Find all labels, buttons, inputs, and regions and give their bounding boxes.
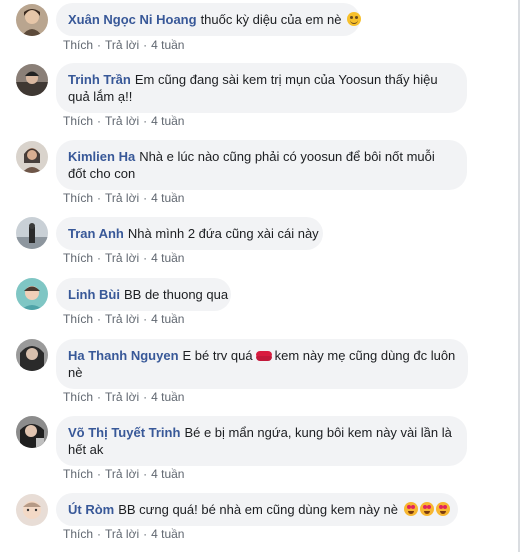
like-link[interactable]: Thích: [63, 467, 93, 481]
commenter-name[interactable]: Kimlien Ha: [68, 149, 135, 164]
comment-bubble: Kimlien Ha Nhà e lúc nào cũng phải có yoo…: [56, 140, 467, 190]
commenter-name[interactable]: Trinh Trần: [68, 72, 131, 87]
heart-eyes-emoji-icon: [435, 502, 450, 516]
reply-link[interactable]: Trả lời: [105, 251, 139, 265]
reply-link[interactable]: Trả lời: [105, 467, 139, 481]
avatar[interactable]: [16, 141, 48, 173]
timestamp[interactable]: 4 tuần: [151, 467, 184, 481]
comment-actions: Thích · Trả lời · 4 tuần: [63, 191, 185, 205]
commenter-name[interactable]: Ha Thanh Nguyen: [68, 348, 179, 363]
timestamp[interactable]: 4 tuần: [151, 114, 184, 128]
reply-link[interactable]: Trả lời: [105, 312, 139, 326]
comment-bubble: Xuân Ngọc Ni Hoang thuốc kỳ diệu của em n…: [56, 3, 362, 36]
timestamp[interactable]: 4 tuần: [151, 390, 184, 404]
avatar[interactable]: [16, 494, 48, 526]
commenter-name[interactable]: Tran Anh: [68, 226, 124, 241]
reply-link[interactable]: Trả lời: [105, 527, 139, 541]
comment-text: Nhà mình 2 đứa cũng xài cái này: [127, 226, 319, 241]
like-link[interactable]: Thích: [63, 390, 93, 404]
comment-actions: Thích · Trả lời · 4 tuần: [63, 467, 185, 481]
reply-link[interactable]: Trả lời: [105, 114, 139, 128]
comment-bubble: Trinh Trần Em cũng đang sài kem trị mụn c…: [56, 63, 467, 113]
like-link[interactable]: Thích: [63, 527, 93, 541]
reply-link[interactable]: Trả lời: [105, 191, 139, 205]
kiss-mark-icon: [255, 351, 273, 361]
commenter-name[interactable]: Xuân Ngọc Ni Hoang: [68, 12, 197, 27]
comment-actions: Thích · Trả lời · 4 tuần: [63, 390, 185, 404]
timestamp[interactable]: 4 tuần: [151, 191, 184, 205]
like-link[interactable]: Thích: [63, 251, 93, 265]
comment-bubble: Linh Bùi BB de thuong qua: [56, 278, 231, 311]
comment-actions: Thích · Trả lời · 4 tuần: [63, 312, 185, 326]
comment-actions: Thích · Trả lời · 4 tuần: [63, 527, 185, 541]
comment-bubble: Võ Thị Tuyết Trinh Bé e bị mẩn ngứa, kung…: [56, 416, 467, 466]
timestamp[interactable]: 4 tuần: [151, 312, 184, 326]
comment-text: thuốc kỳ diệu của em nè: [200, 12, 342, 27]
heart-eyes-emoji-icon: [419, 502, 434, 516]
comment-actions: Thích · Trả lời · 4 tuần: [63, 251, 185, 265]
timestamp[interactable]: 4 tuần: [151, 527, 184, 541]
comment-text: BB cưng quá! bé nhà em cũng dùng kem này…: [118, 502, 398, 517]
heart-eyes-emoji-icon: [403, 502, 418, 516]
avatar[interactable]: [16, 278, 48, 310]
like-link[interactable]: Thích: [63, 312, 93, 326]
commenter-name[interactable]: Út Ròm: [68, 502, 114, 517]
commenter-name[interactable]: Võ Thị Tuyết Trinh: [68, 425, 180, 440]
commenter-name[interactable]: Linh Bùi: [68, 287, 120, 302]
avatar[interactable]: [16, 64, 48, 96]
comment-bubble: Tran Anh Nhà mình 2 đứa cũng xài cái này: [56, 217, 323, 250]
reply-link[interactable]: Trả lời: [105, 390, 139, 404]
comment-actions: Thích · Trả lời · 4 tuần: [63, 114, 185, 128]
comment-bubble: Ha Thanh Nguyen E bé trv quá kem này mẹ cũ…: [56, 339, 468, 389]
reply-link[interactable]: Trả lời: [105, 38, 139, 52]
avatar[interactable]: [16, 339, 48, 371]
avatar[interactable]: [16, 4, 48, 36]
comment-text: E bé trv quá: [182, 348, 253, 363]
timestamp[interactable]: 4 tuần: [151, 38, 184, 52]
like-link[interactable]: Thích: [63, 38, 93, 52]
avatar[interactable]: [16, 416, 48, 448]
comment-bubble: Út Ròm BB cưng quá! bé nhà em cũng dùng k…: [56, 493, 458, 526]
like-link[interactable]: Thích: [63, 114, 93, 128]
timestamp[interactable]: 4 tuần: [151, 251, 184, 265]
slightly-smiling-face-icon: [347, 12, 362, 26]
comment-actions: Thích · Trả lời · 4 tuần: [63, 38, 185, 52]
avatar[interactable]: [16, 217, 48, 249]
comment-text: BB de thuong qua: [124, 287, 229, 302]
like-link[interactable]: Thích: [63, 191, 93, 205]
